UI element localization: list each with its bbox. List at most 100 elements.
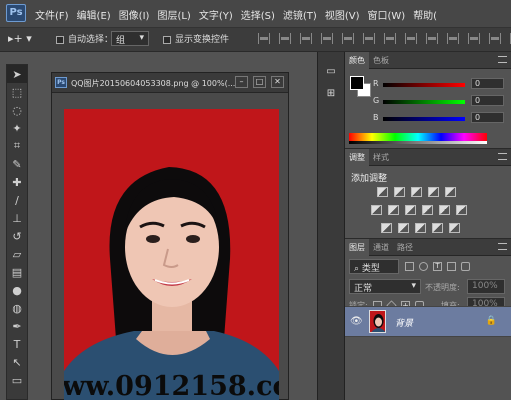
layer-row[interactable]: 👁 背景 🔒 [345,306,511,337]
channel-slider-g[interactable] [383,100,465,104]
distribute-bottom-icon[interactable] [426,33,438,44]
menu-select[interactable]: 选择(S) [241,7,275,22]
close-button[interactable]: ✕ [271,76,284,88]
photo-filter-icon[interactable] [422,205,433,215]
shape-filter-icon[interactable] [447,262,456,271]
channel-label: R [373,79,379,88]
brush-tool-icon[interactable]: ∕ [7,191,27,209]
hue-saturation-icon[interactable] [371,205,382,215]
blur-tool-icon[interactable]: ● [7,281,27,299]
menu-type[interactable]: 文字(Y) [199,7,233,22]
distribute-hcenter-icon[interactable] [468,33,480,44]
menu-file[interactable]: 文件(F) [35,7,69,22]
tab-paths[interactable]: 路径 [393,239,417,256]
properties-panel-icon[interactable]: ⊞ [318,84,344,104]
type-filter-icon[interactable]: T [433,262,442,271]
shape-tool-icon[interactable]: ▭ [7,371,27,389]
smart-object-filter-icon[interactable] [461,262,470,271]
tab-layers[interactable]: 图层 [345,239,369,256]
align-right-icon[interactable] [363,33,375,44]
clone-stamp-tool-icon[interactable]: ⊥ [7,209,27,227]
tab-color[interactable]: 颜色 [345,52,369,69]
adjustment-filter-icon[interactable] [419,262,428,271]
gradient-map-icon[interactable] [432,223,443,233]
gradient-tool-icon[interactable]: ▤ [7,263,27,281]
auto-select-dropdown[interactable]: 组 ▾ [111,31,149,46]
exposure-icon[interactable] [428,187,439,197]
magic-wand-tool-icon[interactable]: ✦ [7,119,27,137]
align-top-icon[interactable] [258,33,270,44]
layer-name[interactable]: 背景 [395,316,413,329]
channel-label: B [373,113,379,122]
curves-icon[interactable] [411,187,422,197]
color-balance-icon[interactable] [388,205,399,215]
eye-icon[interactable]: 👁 [350,316,363,327]
healing-brush-tool-icon[interactable]: ✚ [7,173,27,191]
color-lookup-icon[interactable] [456,205,467,215]
align-hcenter-icon[interactable] [342,33,354,44]
tab-channels[interactable]: 通道 [369,239,393,256]
layer-filter-icons: T [405,262,470,271]
grayscale-ramp[interactable] [349,141,487,144]
show-transform-checkbox[interactable]: 显示变换控件 [163,32,229,45]
channel-value-r[interactable]: 0 [471,78,504,89]
brightness-contrast-icon[interactable] [377,187,388,197]
crop-tool-icon[interactable]: ⌗ [7,137,27,155]
maximize-button[interactable]: □ [253,76,266,88]
vibrance-icon[interactable] [445,187,456,197]
portrait-photo[interactable]: ww.0912158.com [64,109,279,400]
lasso-tool-icon[interactable]: ◌ [7,101,27,119]
marquee-tool-icon[interactable]: ⬚ [7,83,27,101]
panel-menu-icon[interactable] [498,56,507,63]
threshold-icon[interactable] [415,223,426,233]
menu-window[interactable]: 窗口(W) [367,7,405,22]
menu-view[interactable]: 视图(V) [325,7,360,22]
align-bottom-icon[interactable] [300,33,312,44]
distribute-top-icon[interactable] [384,33,396,44]
menu-layer[interactable]: 图层(L) [157,7,190,22]
tab-styles[interactable]: 样式 [369,149,393,166]
history-brush-tool-icon[interactable]: ↺ [7,227,27,245]
channel-value-b[interactable]: 0 [471,112,504,123]
menu-help[interactable]: 帮助( [413,7,437,22]
distribute-right-icon[interactable] [489,33,501,44]
move-tool-preset-icon[interactable]: ▸+ ▾ [8,32,32,45]
layer-filter-dropdown[interactable]: ⌕ 类型 [349,259,399,274]
channel-slider-b[interactable] [383,117,465,121]
align-left-icon[interactable] [321,33,333,44]
levels-icon[interactable] [394,187,405,197]
auto-select-checkbox[interactable]: 自动选择： [56,32,113,45]
channel-value-g[interactable]: 0 [471,95,504,106]
panel-menu-icon[interactable] [498,243,507,250]
distribute-left-icon[interactable] [447,33,459,44]
menu-image[interactable]: 图像(I) [119,7,150,22]
foreground-color-swatch[interactable] [350,76,364,90]
eyedropper-tool-icon[interactable]: ✎ [7,155,27,173]
pixel-filter-icon[interactable] [405,262,414,271]
align-vcenter-icon[interactable] [279,33,291,44]
pen-tool-icon[interactable]: ✒ [7,317,27,335]
posterize-icon[interactable] [398,223,409,233]
document-title-bar[interactable]: Ps QQ图片20150604053308.png @ 100%(... – □… [52,73,288,93]
tab-adjustments[interactable]: 调整 [345,149,369,166]
path-selection-tool-icon[interactable]: ↖ [7,353,27,371]
invert-icon[interactable] [381,223,392,233]
eraser-tool-icon[interactable]: ▱ [7,245,27,263]
selective-color-icon[interactable] [449,223,460,233]
distribute-vcenter-icon[interactable] [405,33,417,44]
minimize-button[interactable]: – [235,76,248,88]
dodge-tool-icon[interactable]: ◍ [7,299,27,317]
menu-edit[interactable]: 编辑(E) [77,7,111,22]
channel-slider-r[interactable] [383,83,465,87]
opacity-field[interactable]: 100% [467,279,505,294]
panel-menu-icon[interactable] [498,153,507,160]
black-white-icon[interactable] [405,205,416,215]
menu-filter[interactable]: 滤镜(T) [283,7,317,22]
type-tool-icon[interactable]: T [7,335,27,353]
move-tool-icon[interactable]: ➤ [7,65,27,83]
history-panel-icon[interactable]: ▭ [318,62,344,82]
tab-swatches[interactable]: 色板 [369,52,393,69]
color-spectrum-ramp[interactable] [349,133,487,141]
blend-mode-dropdown[interactable]: 正常 ▾ [349,279,421,294]
channel-mixer-icon[interactable] [439,205,450,215]
